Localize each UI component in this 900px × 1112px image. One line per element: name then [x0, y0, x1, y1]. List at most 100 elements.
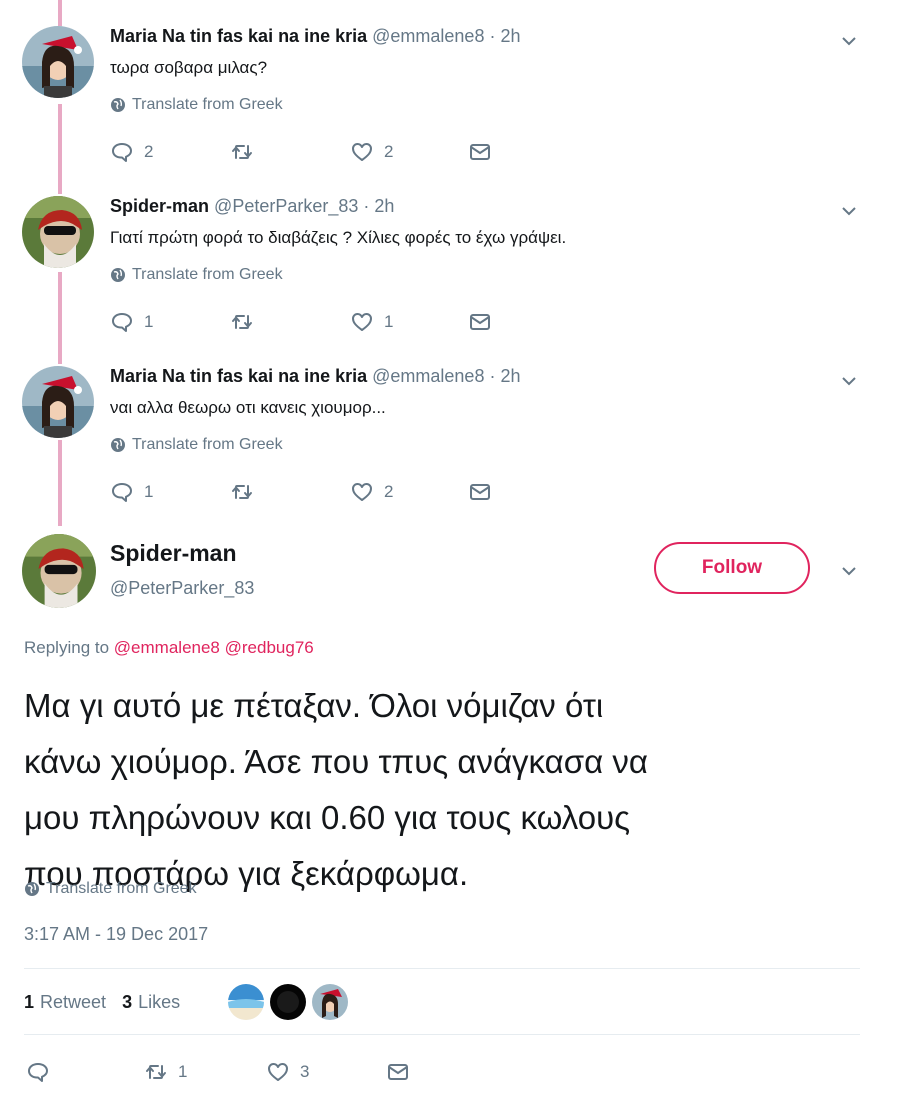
- reply-count: 1: [144, 482, 154, 501]
- user-name[interactable]: Maria Na tin fas kai na ine kria: [110, 26, 367, 46]
- tweet-text: τωρα σοβαρα μιλας?: [110, 58, 268, 77]
- retweet-button[interactable]: [230, 140, 350, 164]
- retweet-button[interactable]: [230, 310, 350, 334]
- translate-label: Translate from Greek: [132, 436, 283, 453]
- direct-message-button[interactable]: [468, 480, 492, 504]
- liker-avatars: [228, 984, 348, 1020]
- retweet-button[interactable]: [230, 480, 350, 504]
- chevron-down-icon[interactable]: [838, 560, 860, 582]
- user-handle[interactable]: @PeterParker_83: [110, 578, 254, 599]
- heart-icon: [352, 313, 372, 331]
- tweet-time[interactable]: 2h: [500, 26, 520, 46]
- main-tweet: Spider-man @PeterParker_83 Follow Replyi…: [0, 520, 900, 1112]
- reply-header: Maria Na tin fas kai na ine kria @emmale…: [110, 366, 521, 387]
- message-icon: [470, 314, 490, 330]
- likes-stat[interactable]: 3 Likes: [122, 992, 180, 1013]
- retweets-count: 1: [24, 992, 35, 1012]
- reply-button[interactable]: [26, 1060, 144, 1084]
- user-handle[interactable]: @PeterParker_83: [214, 196, 358, 216]
- reply-icon: [112, 483, 132, 502]
- tweet-actions: 1 3: [26, 1060, 410, 1084]
- divider: [24, 968, 860, 969]
- user-name[interactable]: Spider-man: [110, 196, 209, 216]
- retweet-icon: [232, 145, 252, 159]
- like-button[interactable]: 2: [350, 140, 468, 164]
- tweet-text-line: μου πληρώνουν και 0.60 για τους κωλους: [24, 799, 631, 836]
- user-handle[interactable]: @emmalene8: [372, 26, 484, 46]
- user-name[interactable]: Spider-man: [110, 540, 237, 567]
- tweet-time[interactable]: 2h: [500, 366, 520, 386]
- avatar[interactable]: [22, 196, 94, 268]
- mention-link[interactable]: @redbug76: [225, 638, 314, 657]
- translate-link[interactable]: Translate from Greek: [110, 436, 283, 454]
- liker-avatar[interactable]: [270, 984, 306, 1020]
- avatar[interactable]: [22, 366, 94, 438]
- user-name[interactable]: Maria Na tin fas kai na ine kria: [110, 366, 367, 386]
- heart-icon: [268, 1063, 288, 1081]
- like-button[interactable]: 3: [266, 1060, 386, 1084]
- avatar[interactable]: [22, 26, 94, 98]
- user-handle[interactable]: @emmalene8: [372, 366, 484, 386]
- direct-message-button[interactable]: [468, 140, 492, 164]
- liker-avatar[interactable]: [312, 984, 348, 1020]
- globe-icon: [25, 882, 39, 896]
- translate-label: Translate from Greek: [46, 880, 197, 897]
- message-icon: [470, 144, 490, 160]
- separator-dot: ·: [489, 26, 496, 46]
- separator-dot: ·: [489, 366, 496, 386]
- separator-dot: ·: [363, 196, 370, 216]
- reply-button[interactable]: 1: [110, 480, 230, 504]
- tweet-text: ναι αλλα θεωρω οτι κανεις χιουμορ...: [110, 398, 386, 417]
- chevron-down-icon[interactable]: [838, 30, 860, 52]
- retweets-label: Retweet: [40, 992, 107, 1012]
- avatar[interactable]: [22, 534, 96, 608]
- tweet-timestamp[interactable]: 3:17 AM - 19 Dec 2017: [24, 924, 208, 945]
- retweets-stat[interactable]: 1 Retweet: [24, 992, 106, 1013]
- reply-tweet[interactable]: Maria Na tin fas kai na ine kria @emmale…: [0, 340, 900, 510]
- chevron-down-icon[interactable]: [838, 200, 860, 222]
- like-button[interactable]: 1: [350, 310, 468, 334]
- liker-avatar[interactable]: [228, 984, 264, 1020]
- retweet-icon: [146, 1065, 166, 1079]
- direct-message-button[interactable]: [468, 310, 492, 334]
- retweet-button[interactable]: 1: [144, 1060, 266, 1084]
- replying-to: Replying to @emmalene8 @redbug76: [24, 638, 314, 658]
- translate-link[interactable]: Translate from Greek: [110, 266, 283, 284]
- direct-message-button[interactable]: [386, 1060, 410, 1084]
- reply-count: 2: [144, 142, 154, 161]
- translate-link[interactable]: Translate from Greek: [24, 880, 197, 898]
- tweet-time[interactable]: 2h: [374, 196, 394, 216]
- reply-icon: [28, 1063, 48, 1082]
- heart-icon: [352, 143, 372, 161]
- reply-count: 1: [144, 312, 154, 331]
- divider: [24, 1034, 860, 1035]
- follow-button[interactable]: Follow: [654, 542, 810, 594]
- tweet-text-line: Μα γι αυτό με πέταξαν. Όλοι νόμιζαν ότι: [24, 687, 604, 724]
- like-button[interactable]: 2: [350, 480, 468, 504]
- reply-button[interactable]: 2: [110, 140, 230, 164]
- like-count: 2: [384, 482, 394, 501]
- globe-icon: [111, 268, 125, 282]
- tweet-actions: 1 1: [110, 310, 492, 334]
- reply-tweet[interactable]: Maria Na tin fas kai na ine kria @emmale…: [0, 0, 900, 170]
- mention-link[interactable]: @emmalene8: [114, 638, 220, 657]
- retweet-icon: [232, 315, 252, 329]
- reply-tweet[interactable]: Spider-man @PeterParker_83 · 2h Γιατί πρ…: [0, 170, 900, 340]
- like-count: 1: [384, 312, 394, 331]
- reply-button[interactable]: 1: [110, 310, 230, 334]
- retweet-icon: [232, 485, 252, 499]
- translate-label: Translate from Greek: [132, 266, 283, 283]
- reply-icon: [112, 143, 132, 162]
- tweet-actions: 1 2: [110, 480, 492, 504]
- globe-icon: [111, 438, 125, 452]
- chevron-down-icon[interactable]: [838, 370, 860, 392]
- reply-header: Maria Na tin fas kai na ine kria @emmale…: [110, 26, 521, 47]
- heart-icon: [352, 483, 372, 501]
- translate-link[interactable]: Translate from Greek: [110, 96, 283, 114]
- translate-label: Translate from Greek: [132, 96, 283, 113]
- retweet-count: 1: [178, 1062, 188, 1081]
- likes-count: 3: [122, 992, 133, 1012]
- tweet-stats: 1 Retweet 3 Likes: [24, 992, 196, 1013]
- tweet-text: Μα γι αυτό με πέταξαν. Όλοι νόμιζαν ότι …: [24, 678, 874, 902]
- message-icon: [388, 1064, 408, 1080]
